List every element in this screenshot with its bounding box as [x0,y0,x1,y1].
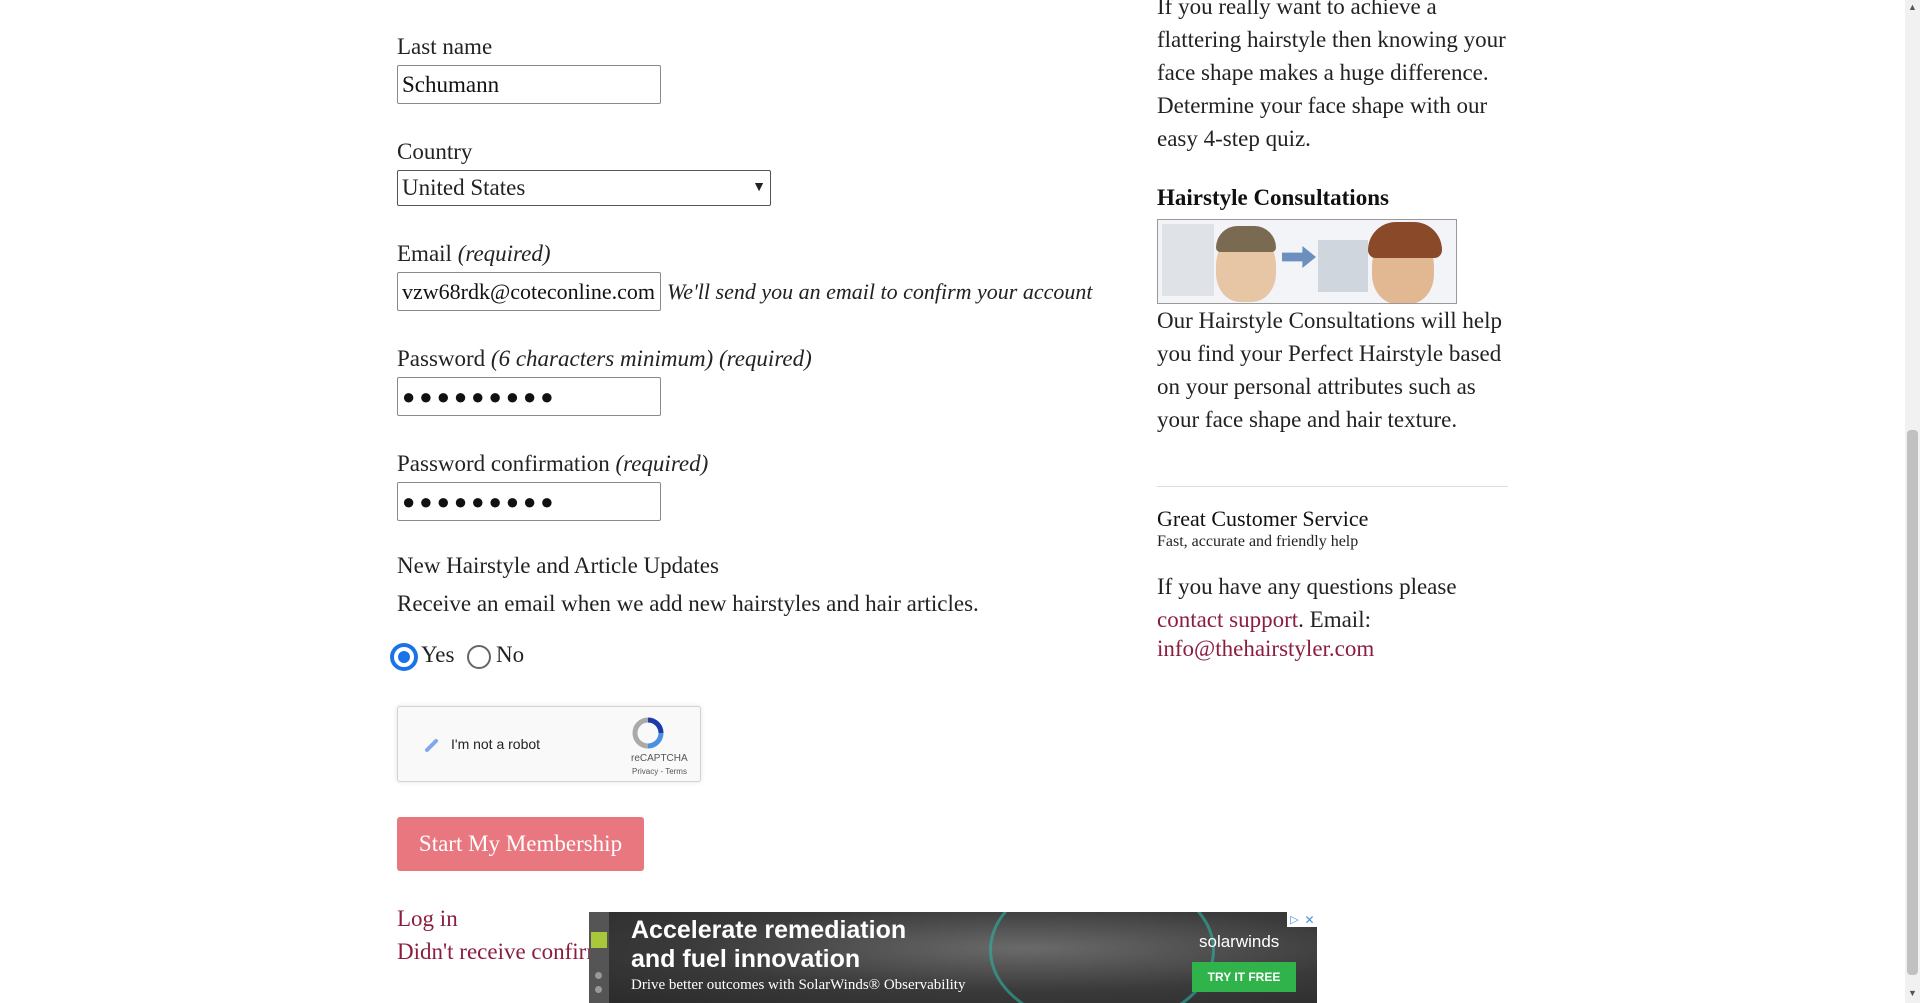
country-selected-value: United States [402,175,526,200]
recaptcha-brand: reCAPTCHA [631,753,688,764]
contact-line: contact support. Email: [1157,603,1371,636]
ad-close-icon[interactable]: ✕ [1302,912,1317,927]
recaptcha-links[interactable]: Privacy - Terms [632,767,687,776]
ad-choices-icon[interactable]: ▷ [1287,912,1302,927]
start-membership-button[interactable]: Start My Membership [397,817,644,871]
email-label: Email (required) [397,241,551,267]
login-link[interactable]: Log in [397,906,458,932]
sidebar-divider [1157,486,1508,487]
ad-headline-1: Accelerate remediation [631,916,907,944]
recaptcha-spinner-icon[interactable] [424,737,440,753]
password-label-text: Password [397,346,486,371]
updates-title: New Hairstyle and Article Updates [397,553,719,578]
scroll-up-icon[interactable]: ▲ [1908,2,1917,12]
email-required-note: (required) [457,241,551,266]
scrollbar-thumb[interactable] [1907,430,1918,975]
ad-banner[interactable]: Accelerate remediation and fuel innovati… [589,912,1317,1003]
email-hint: We'll send you an email to confirm your … [667,279,1093,304]
password-min-note: (6 characters minimum) [490,346,714,371]
password-input[interactable]: ●●●●●●●●● [397,377,661,416]
customer-service-subtitle: Fast, accurate and friendly help [1157,533,1359,550]
password-label: Password (6 characters minimum) (require… [397,346,812,372]
recaptcha-logo-icon [632,717,664,749]
ad-green-marker [591,932,607,948]
consultation-promo-image[interactable] [1157,219,1457,304]
password-confirm-label: Password confirmation (required) [397,451,708,477]
updates-yes-label[interactable]: Yes [421,642,454,668]
password-required-note: (required) [718,346,812,371]
last-name-input[interactable]: Schumann [397,65,661,104]
email-label-text: Email [397,241,452,266]
ad-cta-button[interactable]: TRY IT FREE [1192,962,1296,992]
updates-no-label[interactable]: No [496,642,524,668]
customer-service-title: Great Customer Service [1157,506,1369,531]
consultations-title: Hairstyle Consultations [1157,185,1389,210]
contact-support-link[interactable]: contact support [1157,607,1298,632]
ad-subline: Drive better outcomes with SolarWinds® O… [631,977,966,993]
face-shape-quiz-text: If you really want to achieve a flatteri… [1157,0,1506,151]
updates-description: Receive an email when we add new hairsty… [397,591,979,616]
support-email-link[interactable]: info@thehairstyler.com [1157,636,1374,662]
password-confirm-label-text: Password confirmation [397,451,610,476]
updates-yes-radio[interactable] [392,645,416,669]
recaptcha-widget: I'm not a robot reCAPTCHA Privacy - Term… [397,706,701,782]
country-select[interactable]: United States ▼ [397,170,771,206]
ad-dot-1 [595,972,602,979]
consultations-text: Our Hairstyle Consultations will help yo… [1157,308,1502,432]
ad-dot-2 [595,986,602,993]
email-prefix: . Email: [1298,607,1371,632]
password-confirm-input[interactable]: ●●●●●●●●● [397,482,661,521]
recaptcha-label: I'm not a robot [451,736,541,752]
page-scrollbar[interactable]: ▲ ▼ [1905,0,1920,1003]
chevron-down-icon: ▼ [752,180,766,195]
ad-brand-logo: solarwinds [1199,932,1280,951]
last-name-label: Last name [397,34,493,59]
scroll-down-icon[interactable]: ▼ [1908,988,1917,998]
ad-headline-2: and fuel innovation [631,945,861,973]
email-input[interactable]: vzw68rdk@coteconline.com [397,272,661,311]
updates-no-radio[interactable] [467,645,491,669]
country-label: Country [397,139,473,164]
customer-service-text: If you have any questions please [1157,574,1457,599]
password-confirm-required-note: (required) [615,451,709,476]
